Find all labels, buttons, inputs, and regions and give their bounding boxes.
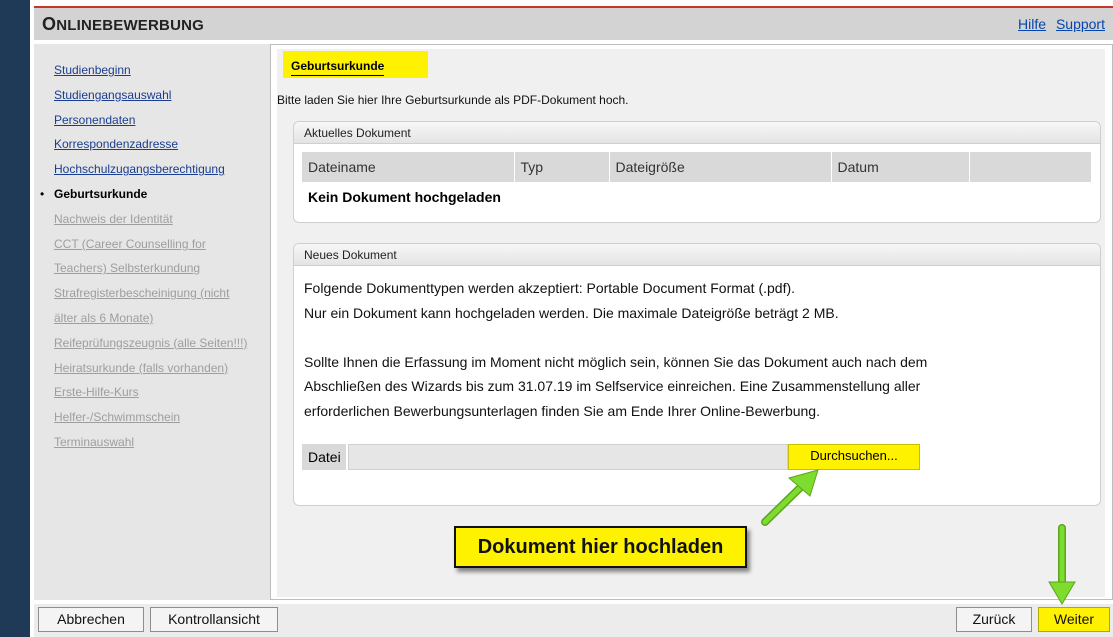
back-button[interactable]: Zurück	[956, 607, 1032, 632]
column-header-date: Datum	[831, 152, 970, 182]
column-header-filesize: Dateigröße	[609, 152, 832, 182]
table-header-row: Dateiname Typ Dateigröße Datum	[302, 152, 1092, 182]
title-rest: NLINEBEWERBUNG	[56, 17, 205, 34]
sidebar-item: Terminauswahl	[34, 430, 271, 455]
sidebar-item[interactable]: Personendaten	[34, 108, 271, 133]
support-link[interactable]: Support	[1056, 16, 1105, 32]
sidebar-item[interactable]: Studienbeginn	[34, 58, 271, 83]
column-header-type: Typ	[514, 152, 610, 182]
info-later-line3: erforderlichen Bewerbungsunterlagen find…	[304, 402, 820, 419]
sidebar-item-label: Strafregisterbescheinigung (nicht	[54, 286, 230, 301]
file-upload-row: Datei Durchsuchen...	[302, 444, 962, 470]
sidebar-item-label: Hochschulzugangsberechtigung	[54, 162, 225, 177]
column-header-filename: Dateiname	[302, 152, 515, 182]
content-inner: Geburtsurkunde Bitte laden Sie hier Ihre…	[277, 49, 1105, 597]
current-document-panel: Aktuelles Dokument Dateiname Typ Dateigr…	[293, 121, 1101, 223]
wizard-steps: Studienbeginn Studiengangsauswahl Personen…	[34, 44, 271, 455]
sidebar-item: CCT (Career Counselling for	[34, 232, 271, 257]
control-view-button[interactable]: Kontrollansicht	[150, 607, 278, 632]
info-later-line1: Sollte Ihnen die Erfassung im Moment nic…	[304, 353, 928, 370]
sidebar-item: Erste-Hilfe-Kurs	[34, 380, 271, 405]
content-area: Geburtsurkunde Bitte laden Sie hier Ihre…	[270, 44, 1113, 600]
sidebar-item: Teachers) Selbsterkundung	[34, 256, 271, 281]
sidebar-item: Reifeprüfungszeugnis (alle Seiten!!!)	[34, 331, 271, 356]
sidebar-item[interactable]: Studiengangsauswahl	[34, 83, 271, 108]
sidebar-item[interactable]: Hochschulzugangsberechtigung	[34, 157, 271, 182]
sidebar-item-label: Personendaten	[54, 112, 136, 127]
sidebar-item-label: CCT (Career Counselling for	[54, 236, 206, 251]
wizard-sidebar: Studienbeginn Studiengangsauswahl Personen…	[34, 44, 271, 600]
current-document-heading: Aktuelles Dokument	[294, 122, 1100, 144]
new-document-info: Folgende Dokumenttypen werden akzeptiert…	[304, 276, 1084, 423]
new-document-panel: Neues Dokument Folgende Dokumenttypen we…	[293, 243, 1101, 506]
sidebar-item-label: Studienbeginn	[54, 63, 131, 77]
browse-button[interactable]: Durchsuchen...	[788, 444, 920, 470]
header-links: Hilfe Support	[1012, 16, 1105, 32]
sidebar-item-label: Helfer-/Schwimmschein	[54, 410, 181, 425]
help-link[interactable]: Hilfe	[1018, 16, 1046, 32]
page-title: ONLINEBEWERBUNG	[42, 14, 204, 35]
document-table: Dateiname Typ Dateigröße Datum Kein Doku…	[302, 152, 1092, 212]
intro-text: Bitte laden Sie hier Ihre Geburtsurkunde…	[277, 93, 629, 107]
cancel-button[interactable]: Abbrechen	[38, 607, 144, 632]
new-document-heading: Neues Dokument	[294, 244, 1100, 266]
footer-bar: Abbrechen Kontrollansicht Zurück Weiter	[34, 604, 1113, 637]
sidebar-item-label: Terminauswahl	[54, 434, 135, 449]
header-bar: ONLINEBEWERBUNG Hilfe Support	[34, 6, 1113, 40]
sidebar-item-label: Teachers) Selbsterkundung	[54, 261, 201, 276]
info-accepted-types: Folgende Dokumenttypen werden akzeptiert…	[304, 280, 796, 296]
file-label: Datei	[302, 444, 346, 470]
sidebar-item-label: Heiratsurkunde (falls vorhanden)	[54, 360, 229, 375]
file-path-input[interactable]	[348, 444, 788, 470]
sidebar-item-label: älter als 6 Monate)	[54, 310, 154, 325]
next-button[interactable]: Weiter	[1038, 607, 1110, 632]
sidebar-item-label: Korrespondenzadresse	[54, 137, 179, 152]
sidebar-item-label: Erste-Hilfe-Kurs	[54, 385, 139, 400]
sidebar-item: Heiratsurkunde (falls vorhanden)	[34, 356, 271, 381]
sidebar-item: Helfer-/Schwimmschein	[34, 405, 271, 430]
tab-label: Geburtsurkunde	[291, 59, 385, 76]
sidebar-item[interactable]: Korrespondenzadresse	[34, 132, 271, 157]
table-row: Kein Dokument hochgeladen	[302, 182, 1092, 212]
sidebar-item-label: Nachweis der Identität	[54, 211, 173, 226]
sidebar-item: Strafregisterbescheinigung (nicht	[34, 281, 271, 306]
title-initial: O	[42, 14, 57, 34]
sidebar-item-label: Reifeprüfungszeugnis (alle Seiten!!!)	[54, 335, 248, 350]
column-header-actions	[969, 152, 1092, 182]
sidebar-item-label: Geburtsurkunde	[54, 186, 148, 201]
sidebar-item: älter als 6 Monate)	[34, 306, 271, 331]
info-later-line2: Abschließen des Wizards bis zum 31.07.19…	[304, 378, 921, 394]
tab-geburtsurkunde[interactable]: Geburtsurkunde	[283, 51, 428, 78]
sidebar-item: Nachweis der Identität	[34, 207, 271, 232]
sidebar-item: Geburtsurkunde	[34, 182, 271, 207]
info-limit: Nur ein Dokument kann hochgeladen werden…	[304, 304, 839, 321]
upload-hint-callout: Dokument hier hochladen	[454, 526, 747, 568]
empty-document-text: Kein Dokument hochgeladen	[308, 189, 501, 205]
sidebar-item-label: Studiengangsauswahl	[54, 87, 172, 102]
app-window: ONLINEBEWERBUNG Hilfe Support Studienbeg…	[30, 0, 1113, 637]
